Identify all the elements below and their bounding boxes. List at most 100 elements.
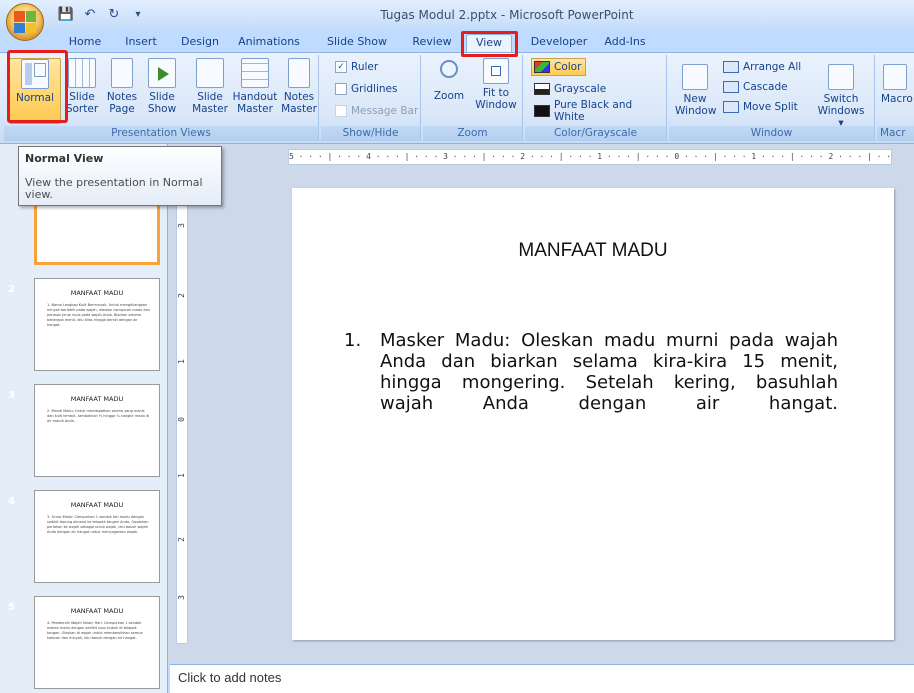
notes-master-icon (288, 58, 310, 88)
thumbnail-number: 2 (8, 284, 15, 295)
notes-page-button[interactable]: Notes Page (104, 58, 140, 115)
slide-show-button[interactable]: Slide Show (144, 58, 180, 115)
vruler-mark: 2 (176, 293, 186, 298)
slide-sorter-button[interactable]: Slide Sorter (62, 58, 102, 115)
zoom-group-label: Zoom (423, 126, 522, 141)
ribbon: Normal Slide Sorter Notes Page Slide Sho… (0, 52, 914, 144)
tab-slide-show[interactable]: Slide Show (324, 34, 390, 52)
office-logo-icon (14, 11, 36, 33)
fit-label-1: Fit to (482, 87, 510, 99)
move-split-button[interactable]: Move Split (723, 98, 798, 116)
slide-body[interactable]: 1. Masker Madu: Oleskan madu murni pada … (344, 330, 838, 414)
notes-page-icon (111, 58, 133, 88)
handout-master-label-2: Master (237, 103, 273, 115)
current-slide[interactable]: MANFAAT MADU 1. Masker Madu: Oleskan mad… (292, 188, 894, 640)
horizontal-ruler: 5 · · · | · · · 4 · · · | · · · 3 · · · … (288, 149, 892, 165)
zoom-button[interactable]: Zoom (431, 58, 467, 102)
thumbnail-title: MANFAAT MADU (70, 289, 124, 297)
ruler-checkbox[interactable]: ✓ Ruler (335, 58, 378, 76)
ribbon-tabs: Home Insert Design Animations Slide Show… (0, 30, 914, 52)
tab-insert[interactable]: Insert (118, 34, 164, 52)
show-hide-label: Show/Hide (321, 126, 420, 141)
tab-add-ins[interactable]: Add-Ins (598, 34, 652, 52)
normal-button-highlight (7, 50, 68, 123)
macros-label: Macro (881, 93, 913, 105)
tab-design[interactable]: Design (176, 34, 224, 52)
thumbnail-body: 1. Nama Lengkap Kulit Berminyak. Untuk m… (47, 303, 150, 327)
title-bar: 💾 ↶ ↻ ▾ Tugas Modul 2.pptx - Microsoft P… (0, 0, 914, 30)
macros-button[interactable]: Macro (881, 58, 914, 105)
slide-master-label-2: Master (192, 103, 228, 115)
cascade-label: Cascade (743, 81, 788, 93)
switch-windows-button[interactable]: Switch Windows ▾ (815, 58, 867, 129)
magnifier-icon (440, 60, 458, 78)
notes-pane[interactable]: Click to add notes (170, 664, 914, 693)
vertical-ruler: 3 2 1 0 1 2 3 (176, 168, 188, 644)
arrange-all-button[interactable]: Arrange All (723, 58, 801, 76)
new-window-label-2: Window (675, 105, 717, 117)
grayscale-button[interactable]: Grayscale (534, 80, 606, 98)
office-button[interactable] (6, 3, 44, 41)
color-button[interactable]: Color (531, 58, 587, 76)
thumbnail-number: 3 (8, 390, 15, 401)
new-window-button[interactable]: New Window (675, 58, 717, 117)
tab-review[interactable]: Review (408, 34, 456, 52)
thumbnail-number: 5 (8, 602, 15, 613)
checkbox-icon (335, 83, 347, 95)
tooltip-body-line-1: View the presentation in Normal (25, 176, 203, 189)
slide-thumbnail-3[interactable]: MANFAAT MADU 2. Mandi Madu: Untuk mendap… (34, 384, 160, 477)
fit-to-window-button[interactable]: Fit to Window (473, 58, 519, 111)
slide-thumbnails-pane: wajah Anda dan biarkan selama kira-kira … (0, 144, 168, 693)
black-white-swatch-icon (534, 105, 550, 117)
color-grayscale-label: Color/Grayscale (525, 126, 666, 141)
slide-show-icon (148, 58, 176, 88)
thumbnail-body: 2. Mandi Madu: Untuk mendapatkan aroma y… (47, 409, 150, 423)
slide-thumbnail-5[interactable]: MANFAAT MADU 4. Pembersih Wajah Selain H… (34, 596, 160, 689)
slide-sorter-icon (68, 58, 96, 88)
group-macros: Macro Macr (877, 55, 914, 141)
group-show-hide: ✓ Ruler Gridlines Message Bar Show/Hide (321, 55, 421, 141)
slide-thumbnail-2[interactable]: MANFAAT MADU 1. Nama Lengkap Kulit Bermi… (34, 278, 160, 371)
macros-icon (883, 64, 907, 90)
group-window: New Window Arrange All Cascade Move Spli… (669, 55, 875, 141)
vruler-mark: 3 (176, 223, 186, 228)
notes-master-label-2: Master (281, 103, 317, 115)
pure-black-white-button[interactable]: Pure Black and White (534, 99, 666, 123)
zoom-label: Zoom (433, 90, 465, 102)
thumbnail-title: MANFAAT MADU (70, 501, 124, 509)
checkbox-icon (335, 105, 347, 117)
slide-master-button[interactable]: Slide Master (190, 58, 230, 115)
handout-master-button[interactable]: Handout Master (232, 58, 278, 115)
notes-page-label-2: Page (109, 103, 135, 115)
tooltip-body: View the presentation in Normal view. (25, 177, 215, 201)
thumbnail-title: MANFAAT MADU (70, 395, 124, 403)
slide-master-icon (196, 58, 224, 88)
gridlines-checkbox[interactable]: Gridlines (335, 80, 397, 98)
switch-windows-icon (828, 64, 854, 90)
notes-master-button[interactable]: Notes Master (280, 58, 318, 115)
vruler-mark: 1 (176, 473, 186, 478)
tooltip-title: Normal View (25, 152, 104, 165)
slide-master-label-1: Slide (197, 91, 223, 103)
slide-thumbnail-4[interactable]: MANFAAT MADU 3. Scrub Madu: Campurkan 1 … (34, 490, 160, 583)
handout-master-label-1: Handout (232, 91, 278, 103)
arrange-all-icon (723, 61, 739, 73)
notes-master-label-1: Notes (283, 91, 315, 103)
color-swatch-icon (534, 61, 550, 73)
tab-developer[interactable]: Developer (526, 34, 592, 52)
grayscale-swatch-icon (534, 83, 550, 95)
tab-home[interactable]: Home (62, 34, 108, 52)
tab-animations[interactable]: Animations (230, 34, 308, 52)
move-split-label: Move Split (743, 101, 798, 113)
slide-title[interactable]: MANFAAT MADU (292, 240, 894, 262)
cascade-button[interactable]: Cascade (723, 78, 788, 96)
vruler-mark: 1 (176, 359, 186, 364)
thumbnail-number: 4 (8, 496, 15, 507)
switch-windows-label-1: Switch (823, 93, 859, 105)
notes-placeholder: Click to add notes (178, 670, 282, 685)
view-tab-highlight (461, 31, 518, 57)
horizontal-ruler-marks: 5 · · · | · · · 4 · · · | · · · 3 · · · … (289, 152, 892, 161)
presentation-views-label: Presentation Views (4, 126, 318, 141)
tooltip-body-line-2: view. (25, 188, 53, 201)
list-number: 1. (344, 330, 362, 351)
